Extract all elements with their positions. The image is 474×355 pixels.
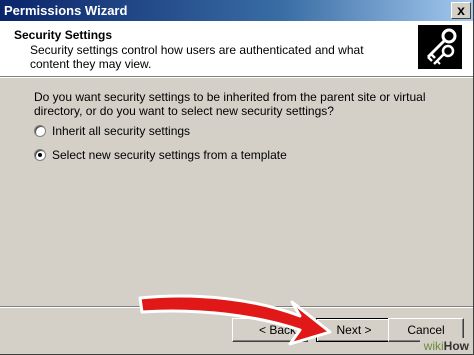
header-title: Security Settings (14, 28, 113, 42)
close-icon[interactable]: x (451, 2, 471, 19)
template-radio[interactable] (34, 149, 46, 161)
wizard-header: Security Settings Security settings cont… (0, 21, 473, 76)
back-button[interactable]: < Back (232, 318, 308, 342)
watermark-how: How (443, 339, 469, 353)
inherit-label[interactable]: Inherit all security settings (52, 124, 190, 138)
wikihow-watermark: wikiHow (419, 338, 473, 354)
template-label[interactable]: Select new security settings from a temp… (52, 148, 287, 162)
next-button[interactable]: Next > (316, 318, 392, 342)
permissions-wizard-window: Permissions Wizard x Security Settings S… (0, 0, 474, 355)
inherit-radio[interactable] (34, 125, 46, 137)
inherit-option[interactable]: Inherit all security settings (34, 123, 190, 139)
template-option[interactable]: Select new security settings from a temp… (34, 147, 287, 163)
footer-divider (0, 306, 473, 308)
header-description: Security settings control how users are … (30, 43, 364, 71)
window-title: Permissions Wizard (4, 3, 128, 18)
title-bar: Permissions Wizard x (0, 0, 473, 21)
keys-icon (418, 25, 462, 69)
header-divider (0, 76, 473, 78)
security-question: Do you want security settings to be inhe… (34, 90, 426, 118)
watermark-wiki: wiki (423, 339, 444, 353)
